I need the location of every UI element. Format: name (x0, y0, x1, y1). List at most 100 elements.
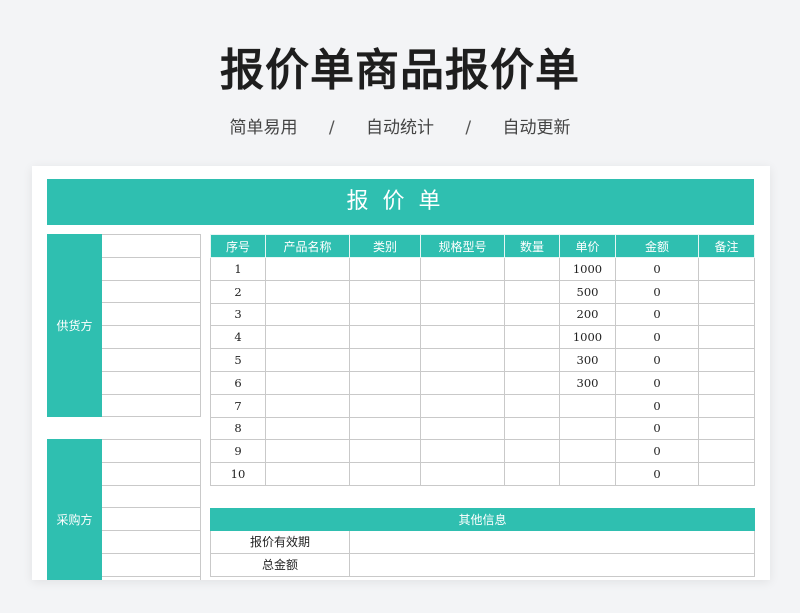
cell-category[interactable] (349, 325, 421, 350)
cell-qty[interactable] (504, 370, 560, 395)
cell-amount[interactable]: 0 (615, 416, 699, 441)
cell-amount[interactable]: 0 (615, 393, 699, 418)
cell-product[interactable] (265, 393, 350, 418)
product-table-header: 序号 产品名称 类别 规格型号 数量 单价 金额 备注 (210, 234, 755, 258)
cell-qty[interactable] (504, 462, 560, 486)
buyer-cell[interactable] (101, 507, 201, 532)
cell-remark[interactable] (698, 302, 755, 327)
cell-remark[interactable] (698, 257, 755, 281)
buyer-cell[interactable] (101, 552, 201, 577)
cell-no[interactable]: 7 (210, 393, 266, 418)
cell-remark[interactable] (698, 393, 755, 418)
cell-category[interactable] (349, 462, 421, 486)
cell-amount[interactable]: 0 (615, 257, 699, 281)
cell-category[interactable] (349, 439, 421, 464)
cell-amount[interactable]: 0 (615, 325, 699, 350)
cell-spec[interactable] (420, 416, 505, 441)
cell-no[interactable]: 3 (210, 302, 266, 327)
cell-price[interactable]: 1000 (559, 257, 616, 281)
cell-qty[interactable] (504, 302, 560, 327)
supplier-cell[interactable] (101, 234, 201, 258)
cell-spec[interactable] (420, 348, 505, 372)
cell-remark[interactable] (698, 325, 755, 350)
cell-remark[interactable] (698, 279, 755, 304)
cell-price[interactable] (559, 462, 616, 486)
cell-product[interactable] (265, 257, 350, 281)
cell-qty[interactable] (504, 416, 560, 441)
cell-qty[interactable] (504, 439, 560, 464)
cell-amount[interactable]: 0 (615, 370, 699, 395)
cell-product[interactable] (265, 370, 350, 395)
cell-product[interactable] (265, 325, 350, 350)
cell-product[interactable] (265, 348, 350, 372)
cell-price[interactable]: 300 (559, 348, 616, 372)
buyer-cell[interactable] (101, 530, 201, 554)
buyer-cell[interactable] (101, 461, 201, 486)
supplier-cell[interactable] (101, 370, 201, 395)
cell-category[interactable] (349, 257, 421, 281)
cell-remark[interactable] (698, 462, 755, 486)
supplier-cell[interactable] (101, 279, 201, 304)
cell-qty[interactable] (504, 393, 560, 418)
supplier-cell[interactable] (101, 393, 201, 418)
cell-amount[interactable]: 0 (615, 439, 699, 464)
cell-category[interactable] (349, 302, 421, 327)
validity-cell[interactable] (348, 530, 756, 554)
cell-price[interactable]: 500 (559, 279, 616, 304)
cell-product[interactable] (265, 462, 350, 486)
cell-product[interactable] (265, 439, 350, 464)
cell-price[interactable]: 1000 (559, 325, 616, 350)
cell-amount[interactable]: 0 (615, 279, 699, 304)
table-row: 2 500 0 (210, 279, 755, 304)
cell-spec[interactable] (420, 462, 505, 486)
cell-spec[interactable] (420, 302, 505, 327)
cell-remark[interactable] (698, 416, 755, 441)
cell-category[interactable] (349, 416, 421, 441)
cell-spec[interactable] (420, 257, 505, 281)
buyer-cell[interactable] (101, 439, 201, 463)
cell-no[interactable]: 5 (210, 348, 266, 372)
cell-amount[interactable]: 0 (615, 462, 699, 486)
cell-price[interactable]: 300 (559, 370, 616, 395)
cell-category[interactable] (349, 370, 421, 395)
cell-product[interactable] (265, 302, 350, 327)
cell-price[interactable] (559, 416, 616, 441)
supplier-cell[interactable] (101, 347, 201, 372)
cell-spec[interactable] (420, 279, 505, 304)
cell-qty[interactable] (504, 348, 560, 372)
cell-product[interactable] (265, 279, 350, 304)
cell-qty[interactable] (504, 279, 560, 304)
cell-no[interactable]: 6 (210, 370, 266, 395)
cell-category[interactable] (349, 279, 421, 304)
cell-category[interactable] (349, 393, 421, 418)
cell-qty[interactable] (504, 257, 560, 281)
cell-price[interactable] (559, 393, 616, 418)
cell-spec[interactable] (420, 370, 505, 395)
cell-amount[interactable]: 0 (615, 302, 699, 327)
cell-spec[interactable] (420, 439, 505, 464)
cell-no[interactable]: 9 (210, 439, 266, 464)
cell-remark[interactable] (698, 348, 755, 372)
cell-remark[interactable] (698, 439, 755, 464)
cell-spec[interactable] (420, 325, 505, 350)
cell-category[interactable] (349, 348, 421, 372)
cell-price[interactable] (559, 439, 616, 464)
cell-no[interactable]: 8 (210, 416, 266, 441)
cell-no[interactable]: 2 (210, 279, 266, 304)
cell-no[interactable]: 10 (210, 462, 266, 486)
cell-remark[interactable] (698, 370, 755, 395)
total-cell[interactable] (348, 552, 756, 577)
buyer-cell[interactable] (101, 575, 201, 580)
cell-price[interactable]: 200 (559, 302, 616, 327)
cell-qty[interactable] (504, 325, 560, 350)
buyer-cell[interactable] (101, 484, 201, 509)
page-title: 报价单商品报价单 (220, 45, 580, 96)
supplier-cell[interactable] (101, 256, 201, 281)
supplier-cell[interactable] (101, 325, 201, 349)
supplier-cell[interactable] (101, 302, 201, 327)
cell-product[interactable] (265, 416, 350, 441)
cell-spec[interactable] (420, 393, 505, 418)
cell-amount[interactable]: 0 (615, 348, 699, 372)
cell-no[interactable]: 1 (210, 257, 266, 281)
cell-no[interactable]: 4 (210, 325, 266, 350)
